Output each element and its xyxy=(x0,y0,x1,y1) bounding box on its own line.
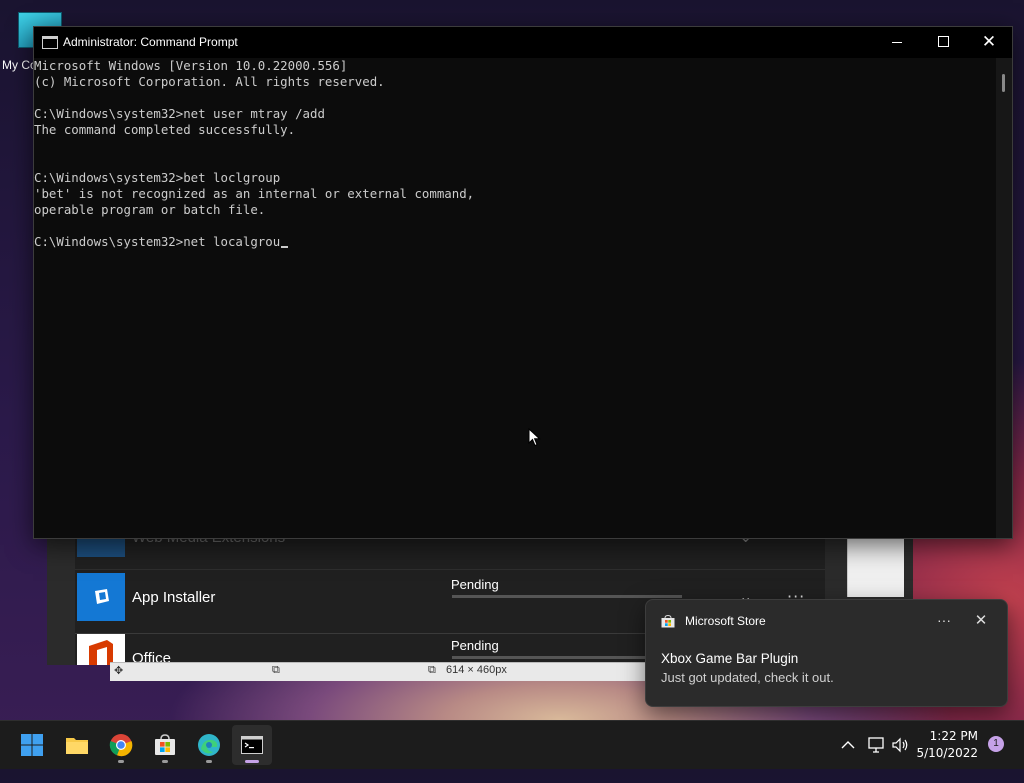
app-tile-icon xyxy=(77,537,125,557)
toast-notification[interactable]: Microsoft Store ··· ✕ Xbox Game Bar Plug… xyxy=(645,599,1008,707)
console-line: 'bet' is not recognized as an internal o… xyxy=(34,186,475,201)
snip-size-label: 614 × 460px xyxy=(446,664,507,676)
speaker-icon xyxy=(892,737,908,753)
console-line: (c) Microsoft Corporation. All rights re… xyxy=(34,74,385,89)
console-line: operable program or batch file. xyxy=(34,202,266,217)
taskbar: 1:22 PM 5/10/2022 xyxy=(0,720,1024,769)
taskbar-command-prompt[interactable] xyxy=(232,725,272,765)
running-indicator xyxy=(118,760,124,763)
vertical-scrollbar[interactable] xyxy=(996,58,1012,538)
network-button[interactable] xyxy=(866,735,886,783)
folder-icon xyxy=(66,738,88,754)
maximize-icon xyxy=(937,35,949,47)
console-line: C:\Windows\system32>net user mtray /add xyxy=(34,106,325,121)
move-icon[interactable]: ✥ xyxy=(114,664,123,677)
taskbar-file-explorer[interactable] xyxy=(57,725,97,765)
clock-time: 1:22 PM xyxy=(929,729,978,743)
network-icon xyxy=(868,737,884,753)
chrome-icon xyxy=(109,734,133,757)
cmd-app-icon[interactable] xyxy=(42,36,58,49)
command-prompt-window[interactable]: Administrator: Command Prompt ✕ Microsof… xyxy=(33,26,1013,539)
chevron-up-icon xyxy=(841,741,855,749)
current-input: C:\Windows\system32>net localgrou xyxy=(34,234,281,249)
status-text: Pending xyxy=(451,638,499,653)
console-line: The command completed successfully. xyxy=(34,122,296,137)
toast-close-button[interactable]: ✕ xyxy=(969,609,993,633)
store-side-pane xyxy=(847,537,904,597)
start-button[interactable] xyxy=(12,725,52,765)
running-indicator xyxy=(245,760,259,763)
toast-app-name: Microsoft Store xyxy=(685,614,766,628)
title-bar[interactable]: Administrator: Command Prompt ✕ xyxy=(34,27,1012,58)
snip-size-icon: ⧉ xyxy=(428,664,436,676)
volume-button[interactable] xyxy=(890,735,910,783)
app-installer-icon xyxy=(77,573,125,621)
progress-bar xyxy=(452,595,682,598)
terminal-icon xyxy=(241,736,263,754)
list-item[interactable]: Web Media Extensions ⌄ ··· xyxy=(75,537,825,570)
console-output[interactable]: Microsoft Windows [Version 10.0.22000.55… xyxy=(34,58,996,538)
show-hidden-icons-button[interactable] xyxy=(838,735,858,783)
crop-icon[interactable]: ⧉ xyxy=(272,664,280,677)
office-icon xyxy=(77,634,125,665)
toast-title: Xbox Game Bar Plugin xyxy=(661,651,799,666)
mouse-pointer-icon xyxy=(528,428,541,447)
windows-logo-icon xyxy=(21,734,43,756)
snip-toolbar: ✥ ⧉ ⧉ 614 × 460px xyxy=(110,662,650,681)
close-icon: ✕ xyxy=(974,612,988,629)
taskbar-chrome[interactable] xyxy=(101,725,141,765)
maximize-button[interactable] xyxy=(920,27,966,58)
store-bag-icon xyxy=(155,734,175,755)
store-bag-icon xyxy=(661,615,675,628)
desktop-icon-label: My Co xyxy=(2,58,37,72)
status-text: Pending xyxy=(451,577,499,592)
console-line: Microsoft Windows [Version 10.0.22000.55… xyxy=(34,58,348,73)
running-indicator xyxy=(162,760,168,763)
running-indicator xyxy=(206,760,212,763)
taskbar-edge[interactable] xyxy=(189,725,229,765)
clock-date: 5/10/2022 xyxy=(916,746,978,760)
close-icon: ✕ xyxy=(981,32,997,52)
scrollbar-thumb[interactable] xyxy=(1002,74,1005,92)
more-options-button[interactable]: ··· xyxy=(932,609,956,633)
edge-icon xyxy=(198,734,220,756)
close-button[interactable]: ✕ xyxy=(966,27,1012,58)
more-icon: ··· xyxy=(937,612,951,628)
window-title: Administrator: Command Prompt xyxy=(63,35,238,49)
text-cursor xyxy=(281,246,289,248)
console-prompt-line[interactable]: C:\Windows\system32>net localgrou xyxy=(34,234,289,250)
app-name: App Installer xyxy=(132,589,216,606)
taskbar-microsoft-store[interactable] xyxy=(145,725,185,765)
toast-message: Just got updated, check it out. xyxy=(661,670,834,685)
notification-count-badge[interactable]: 1 xyxy=(988,736,1004,752)
minimize-icon xyxy=(892,42,902,43)
minimize-button[interactable] xyxy=(874,27,920,58)
console-line: C:\Windows\system32>bet loclgroup xyxy=(34,170,281,185)
